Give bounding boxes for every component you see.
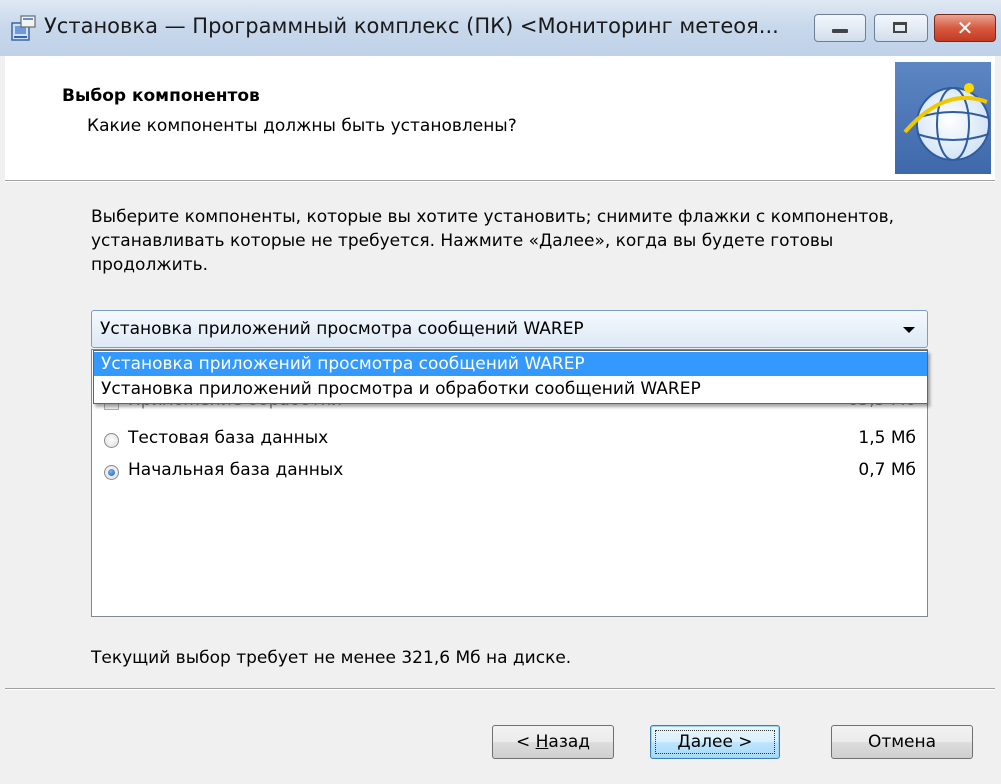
component-label[interactable]: Тестовая база данных [128, 428, 328, 448]
back-accel: Н [535, 732, 549, 752]
component-size: 1,5 Мб [858, 428, 916, 448]
close-button[interactable]: ✕ [934, 14, 996, 42]
wizard-header: Выбор компонентов Какие компоненты должн… [5, 56, 995, 180]
component-label[interactable]: Начальная база данных [128, 460, 343, 480]
close-icon: ✕ [956, 16, 974, 40]
back-label: азад [548, 732, 591, 752]
chevron-down-icon[interactable] [903, 327, 915, 333]
install-type-value: Установка приложений просмотра сообщений… [100, 319, 584, 339]
installer-icon [10, 14, 38, 42]
component-test-db[interactable]: Тестовая база данных 1,5 Мб [104, 428, 916, 456]
window-title: Установка — Программный комплекс (ПК) <М… [44, 14, 779, 38]
maximize-icon [893, 22, 907, 33]
cancel-button[interactable]: Отмена [831, 725, 973, 759]
install-type-options[interactable]: Установка приложений просмотра сообщений… [93, 350, 928, 404]
component-radio[interactable] [104, 433, 119, 448]
header-divider [5, 180, 995, 182]
title-bar[interactable]: Установка — Программный комплекс (ПК) <М… [0, 0, 1001, 56]
maximize-button[interactable] [874, 14, 928, 42]
back-button[interactable]: < Назад [492, 725, 614, 759]
component-size: 0,7 Мб [858, 460, 916, 480]
minimize-button[interactable] [814, 14, 866, 42]
focus-rectangle [655, 730, 775, 754]
globe-logo [895, 62, 991, 174]
cancel-label: Отмена [867, 732, 937, 752]
disk-requirement-text: Текущий выбор требует не менее 321,6 Мб … [91, 648, 572, 668]
back-prefix: < [515, 732, 536, 752]
instructions-text: Выберите компоненты, которые вы хотите у… [91, 207, 895, 275]
footer-divider [5, 688, 995, 690]
next-button[interactable]: Далее > [650, 725, 780, 759]
component-radio[interactable] [104, 465, 119, 480]
install-type-dropdown[interactable]: Установка приложений просмотра сообщений… [91, 310, 928, 348]
component-initial-db[interactable]: Начальная база данных 0,7 Мб [104, 460, 916, 488]
install-type-option-view-process[interactable]: Установка приложений просмотра и обработ… [94, 377, 927, 401]
setup-window: Установка — Программный комплекс (ПК) <М… [0, 0, 1001, 784]
page-title: Выбор компонентов [62, 86, 260, 106]
minimize-icon [832, 29, 848, 33]
install-type-option-view[interactable]: Установка приложений просмотра сообщений… [94, 352, 927, 376]
page-subtitle: Какие компоненты должны быть установлены… [87, 116, 517, 136]
